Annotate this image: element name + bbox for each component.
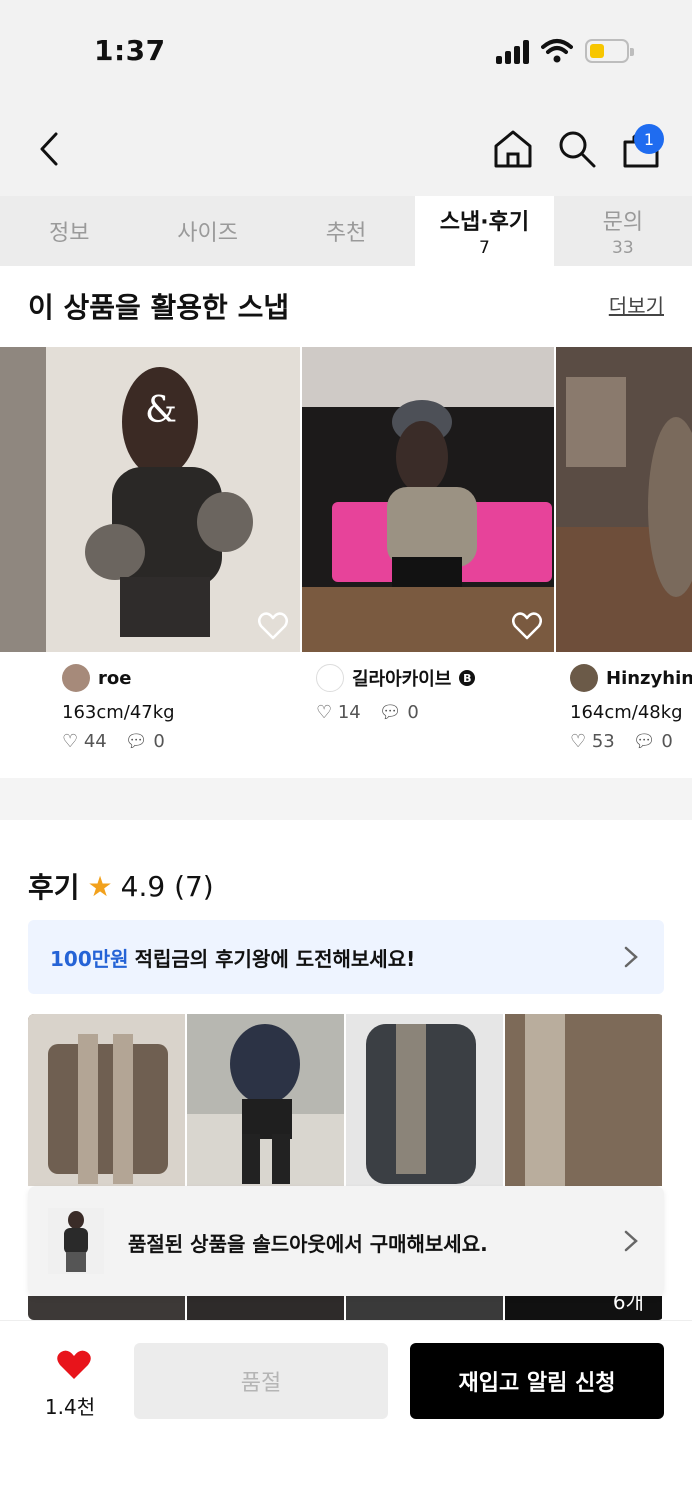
chevron-right-icon	[624, 946, 638, 968]
status-bar: 1:37	[0, 0, 692, 100]
tab-info[interactable]: 정보	[0, 196, 138, 266]
snap-photo-2[interactable]	[302, 347, 554, 652]
chevron-right-icon	[624, 1230, 638, 1252]
promo-text: 적립금의 후기왕에 도전해보세요!	[134, 946, 416, 971]
snap-photo-1[interactable]: &	[0, 347, 300, 652]
snap-photo-image	[556, 347, 692, 652]
snap-meta-3: Hinzyhin 164cm/48kg ♡ 53 💬︎ 0	[570, 664, 692, 752]
snap-photo-3[interactable]	[556, 347, 692, 652]
review-promo-banner[interactable]: 100만원 적립금의 후기왕에 도전해보세요!	[28, 920, 664, 994]
cellular-signal-icon	[496, 40, 532, 64]
snap-comments: 💬︎ 0	[632, 731, 673, 752]
snap-comments: 💬︎ 0	[124, 731, 165, 752]
tab-inquiry[interactable]: 문의 33	[554, 196, 692, 266]
top-navigation	[0, 100, 692, 196]
snap-username: Hinzyhin	[606, 667, 692, 689]
heart-outline-icon[interactable]	[512, 612, 542, 640]
review-photo[interactable]	[346, 1014, 503, 1186]
comments-count: 0	[407, 702, 419, 723]
tab-label: 정보	[48, 221, 90, 246]
soldout-button[interactable]: 품절	[134, 1343, 388, 1419]
tab-count: 33	[612, 238, 634, 258]
avatar	[570, 664, 598, 692]
snap-likes: ♡ 14	[316, 702, 361, 723]
wifi-icon	[541, 39, 573, 63]
snap-likes: ♡ 53	[570, 731, 615, 752]
heart-filled-icon	[57, 1350, 91, 1379]
status-time: 1:37	[94, 34, 166, 67]
like-button[interactable]: 1.4천	[44, 1349, 96, 1420]
review-header: 후기 ★ 4.9 (7)	[28, 866, 214, 906]
likes-count: 14	[337, 702, 361, 723]
soldout-banner[interactable]: 품절된 상품을 솔드아웃에서 구매해보세요.	[28, 1186, 664, 1296]
review-photo[interactable]	[28, 1296, 185, 1320]
snap-section-title: 이 상품을 활용한 스냅	[28, 291, 290, 324]
comments-count: 0	[661, 731, 673, 752]
review-photo[interactable]	[28, 1014, 185, 1186]
snap-photo-image	[302, 347, 554, 652]
snap-stats: ♡ 14 💬︎ 0	[316, 702, 475, 723]
tab-snap-review[interactable]: 스냅·후기 7	[415, 196, 554, 266]
star-icon: ★	[87, 869, 113, 903]
tab-recommend[interactable]: 추천	[277, 196, 415, 266]
search-icon[interactable]	[556, 128, 598, 170]
tab-size[interactable]: 사이즈	[138, 196, 276, 266]
like-count: 1.4천	[44, 1395, 96, 1419]
snap-carousel[interactable]: &	[0, 347, 692, 652]
review-photo[interactable]	[187, 1014, 344, 1186]
snap-stats: ♡ 44 💬︎ 0	[62, 731, 175, 752]
promo-highlight: 100만원	[50, 946, 129, 971]
cart-count-badge: 1	[634, 124, 664, 154]
snap-more-link[interactable]: 더보기	[609, 290, 664, 319]
tab-label: 문의	[602, 210, 644, 235]
snap-meta-1: roe 163cm/47kg ♡ 44 💬︎ 0	[62, 664, 175, 752]
battery-icon	[585, 39, 634, 63]
tab-bar: 정보 사이즈 추천 스냅·후기 7 문의 33	[0, 196, 692, 266]
snap-user[interactable]: roe	[62, 664, 175, 692]
snap-photo-image: &	[0, 347, 300, 652]
tab-label: 스냅·후기	[439, 210, 530, 235]
likes-count: 53	[591, 731, 615, 752]
comments-count: 0	[153, 731, 165, 752]
snap-likes: ♡ 44	[62, 731, 107, 752]
restock-notify-button[interactable]: 재입고 알림 신청	[410, 1343, 664, 1419]
avatar	[316, 664, 344, 692]
back-chevron-icon[interactable]	[34, 130, 66, 168]
tab-label: 사이즈	[177, 221, 238, 246]
snap-stats: ♡ 53 💬︎ 0	[570, 731, 692, 752]
review-title: 후기	[28, 871, 80, 904]
snap-body-size: 164cm/48kg	[570, 702, 683, 723]
likes-count: 44	[83, 731, 107, 752]
review-photo[interactable]	[505, 1014, 662, 1186]
snap-username: 길라아카이브	[352, 669, 452, 690]
svg-text:&: &	[145, 390, 177, 431]
product-thumbnail	[48, 1208, 104, 1274]
snap-comments: 💬︎ 0	[378, 702, 419, 723]
review-photo[interactable]	[346, 1296, 503, 1320]
review-rating: 4.9 (7)	[120, 869, 214, 903]
review-photo[interactable]	[187, 1296, 344, 1320]
snap-meta-2: 길라아카이브 B ♡ 14 💬︎ 0	[316, 664, 476, 723]
bottom-action-bar: 1.4천 품절 재입고 알림 신청	[0, 1320, 692, 1500]
soldout-banner-text: 품절된 상품을 솔드아웃에서 구매해보세요.	[128, 1232, 488, 1256]
heart-outline-icon[interactable]	[258, 612, 288, 640]
snap-username: roe	[98, 667, 132, 689]
home-icon[interactable]	[492, 128, 534, 170]
tab-label: 추천	[325, 221, 367, 246]
brand-badge-icon: B	[459, 670, 476, 686]
avatar	[62, 664, 90, 692]
snap-body-size: 163cm/47kg	[62, 702, 175, 723]
section-divider	[0, 778, 692, 820]
tab-count: 7	[479, 238, 490, 258]
snap-user[interactable]: 길라아카이브 B	[316, 664, 476, 692]
snap-user[interactable]: Hinzyhin	[570, 664, 692, 692]
